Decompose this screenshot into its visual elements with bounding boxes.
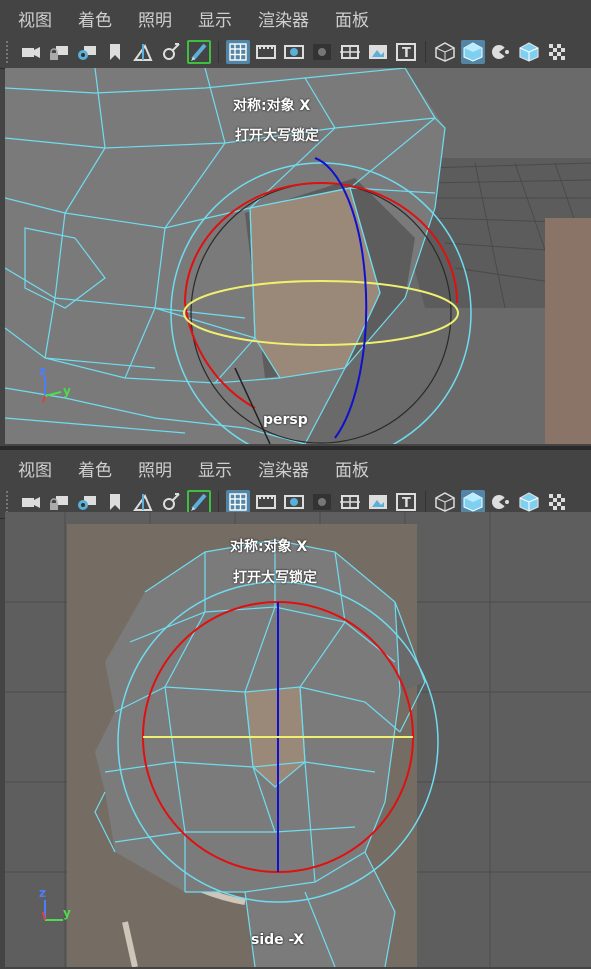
menu-lighting[interactable]: 照明 xyxy=(138,6,172,31)
grid-icon[interactable] xyxy=(226,40,250,64)
hud-caps-lock: 打开大写锁定 xyxy=(233,570,317,586)
gate-mask-icon[interactable] xyxy=(310,40,334,64)
axis-y-label: y xyxy=(63,906,71,920)
camera-name-label: side -X xyxy=(251,932,304,948)
menu-renderer[interactable]: 渲染器 xyxy=(258,6,309,31)
smooth-shade-icon[interactable] xyxy=(461,40,485,64)
top-panel-toolbar: T xyxy=(0,36,591,69)
bookmark-icon[interactable] xyxy=(103,490,127,514)
gate-mask-icon[interactable] xyxy=(310,490,334,514)
resolution-gate-icon[interactable] xyxy=(282,490,306,514)
persp-viewport[interactable]: 对称:对象 X 打开大写锁定 persp z y xyxy=(5,68,591,444)
xray-icon[interactable] xyxy=(545,40,569,64)
xray-icon[interactable] xyxy=(545,490,569,514)
menu-show[interactable]: 显示 xyxy=(198,6,232,31)
grease-pencil-icon[interactable] xyxy=(187,40,211,64)
camera-name-label: persp xyxy=(263,412,308,428)
camera-icon[interactable] xyxy=(19,40,43,64)
resolution-gate-icon[interactable] xyxy=(282,40,306,64)
toolbar-separator xyxy=(218,491,219,513)
wireframe-icon[interactable] xyxy=(433,40,457,64)
bookmark-icon[interactable] xyxy=(103,40,127,64)
safe-title-icon[interactable]: T xyxy=(394,490,418,514)
axis-z-label: z xyxy=(39,364,46,378)
image-plane-icon[interactable] xyxy=(131,40,155,64)
toolbar-grip[interactable] xyxy=(6,491,12,513)
menu-view[interactable]: 视图 xyxy=(18,456,52,481)
menu-lighting[interactable]: 照明 xyxy=(138,456,172,481)
bottom-panel-menubar: 视图 着色 照明 显示 渲染器 面板 xyxy=(0,450,591,486)
camera-attributes-icon[interactable] xyxy=(75,40,99,64)
shade-options-icon[interactable] xyxy=(489,40,513,64)
hud-symmetry: 对称:对象 X xyxy=(230,539,308,555)
menu-shading[interactable]: 着色 xyxy=(78,6,112,31)
film-gate-icon[interactable] xyxy=(254,40,278,64)
camera-lock-icon[interactable] xyxy=(47,490,71,514)
svg-text:T: T xyxy=(402,46,411,61)
toolbar-separator xyxy=(425,41,426,63)
camera-attributes-icon[interactable] xyxy=(75,490,99,514)
grease-pencil-icon[interactable] xyxy=(187,490,211,514)
hud-caps-lock: 打开大写锁定 xyxy=(235,128,319,144)
image-plane-icon[interactable] xyxy=(131,490,155,514)
toolbar-separator xyxy=(425,491,426,513)
svg-text:T: T xyxy=(402,496,411,511)
menu-show[interactable]: 显示 xyxy=(198,456,232,481)
camera-icon[interactable] xyxy=(19,490,43,514)
wireframe-icon[interactable] xyxy=(433,490,457,514)
shade-options-icon[interactable] xyxy=(489,490,513,514)
top-panel-menubar: 视图 着色 照明 显示 渲染器 面板 xyxy=(0,0,591,36)
menu-panels[interactable]: 面板 xyxy=(335,456,369,481)
axis-y-label: y xyxy=(63,384,71,398)
field-chart-icon[interactable] xyxy=(338,40,362,64)
wireframe-on-shaded-icon[interactable] xyxy=(517,40,541,64)
safe-action-icon[interactable] xyxy=(366,490,390,514)
wireframe-on-shaded-icon[interactable] xyxy=(517,490,541,514)
menu-shading[interactable]: 着色 xyxy=(78,456,112,481)
top-model-panel: 视图 着色 照明 显示 渲染器 面板 T 对称:对象 X 打开大写锁定 pers… xyxy=(0,0,591,446)
side-viewport[interactable]: 对称:对象 X 打开大写锁定 side -X z y xyxy=(5,512,591,967)
grid-icon[interactable] xyxy=(226,490,250,514)
bottom-model-panel: 视图 着色 照明 显示 渲染器 面板 T 对称:对象 X 打开大写锁定 side… xyxy=(0,450,591,969)
safe-action-icon[interactable] xyxy=(366,40,390,64)
axis-z-label: z xyxy=(39,886,46,900)
toolbar-grip[interactable] xyxy=(6,41,12,63)
toolbar-separator xyxy=(218,41,219,63)
hud-symmetry: 对称:对象 X xyxy=(233,98,311,114)
menu-renderer[interactable]: 渲染器 xyxy=(258,456,309,481)
axis-gizmo: z y xyxy=(33,364,73,404)
film-gate-icon[interactable] xyxy=(254,490,278,514)
menu-view[interactable]: 视图 xyxy=(18,6,52,31)
field-chart-icon[interactable] xyxy=(338,490,362,514)
axis-gizmo: z y xyxy=(33,886,73,926)
pan-zoom-icon[interactable] xyxy=(159,490,183,514)
safe-title-icon[interactable]: T xyxy=(394,40,418,64)
camera-lock-icon[interactable] xyxy=(47,40,71,64)
pan-zoom-icon[interactable] xyxy=(159,40,183,64)
smooth-shade-icon[interactable] xyxy=(461,490,485,514)
menu-panels[interactable]: 面板 xyxy=(335,6,369,31)
